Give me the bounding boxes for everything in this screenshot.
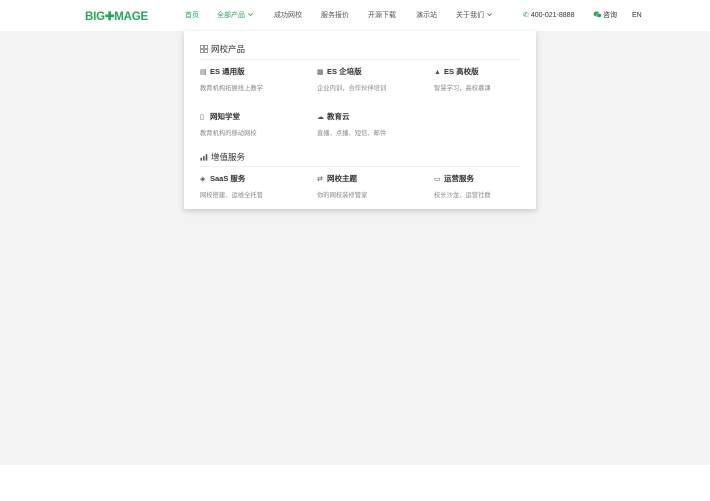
chevron-down-icon [248,13,253,17]
item-desc: 你的网校装修管家 [317,192,368,199]
item-desc: 教育机构的移动网校 [200,130,257,137]
logo-text-left: BIG [85,11,105,23]
building-icon: ▦ [317,69,324,76]
section-title-services-label: 增值服务 [211,152,246,162]
nav-all-products-label: 全部产品 [217,12,245,19]
monitor-icon: ▭ [434,176,441,183]
divider [200,59,520,60]
product-es-enterprise[interactable]: ▦ ES 企培版 企业内训，合作伙伴培训 [317,67,427,93]
item-title: ES 通用版 [210,67,245,76]
products-dropdown-menu: 网校产品 ▤ ES 通用版 教育机构拓展线上教学 ▦ ES 企培版 企业内训，合作伙… [184,31,536,209]
service-themes[interactable]: ⇄ 网校主题 你的网校装修管家 [317,174,427,200]
chevron-down-icon [487,13,492,17]
nav-pricing[interactable]: 服务报价 [321,11,349,20]
item-title: SaaS 服务 [210,174,246,183]
nav-demo-label: 演示站 [416,12,437,19]
language-label: EN [632,12,642,19]
item-desc: 智慧学习，高校慕课 [434,85,491,92]
nav-success-schools[interactable]: 成功网校 [274,11,302,20]
nav-home[interactable]: 首页 [185,11,199,20]
item-title: 教育云 [327,112,350,121]
item-title: 网校主题 [327,174,357,183]
item-desc: 直播、点播、短信、邮件 [317,130,387,137]
shuffle-icon: ⇄ [317,176,323,183]
chart-icon [200,154,208,161]
nav-demo[interactable]: 演示站 [416,11,437,20]
nav-about-label: 关于我们 [456,12,484,19]
item-title: 网知学堂 [210,112,240,121]
divider [200,166,520,167]
consult-label: 咨询 [603,12,617,19]
service-saas[interactable]: ◈ SaaS 服务 网校搭建、运维全托管 [200,174,310,200]
grid-icon [200,45,208,53]
graduation-cap-icon: ▲ [434,69,441,76]
phone-icon: ✆ [523,12,529,19]
item-title: ES 企培版 [327,67,362,76]
logo-mark-icon: ✚ [104,11,115,23]
logo-text-right: MAGE [114,11,148,23]
top-navbar: BIG✚MAGE 首页 全部产品 成功网校 服务报价 开源下载 演示站 关于我们… [0,0,710,31]
consult-button[interactable]: 咨询 [593,11,617,20]
page-footer [0,465,710,501]
item-desc: 网校搭建、运维全托管 [200,192,263,199]
phone-number[interactable]: ✆ 400-021-8888 [523,11,574,20]
section-title-products: 网校产品 [200,44,245,55]
cloud-icon: ☁ [317,114,324,121]
layers-icon: ◈ [200,176,206,183]
item-desc: 校长沙龙、运营社群 [434,192,491,199]
product-es-university[interactable]: ▲ ES 高校版 智慧学习，高校慕课 [434,67,544,93]
mobile-icon: ▯ [200,114,204,121]
stack-icon: ▤ [200,69,207,76]
nav-success-schools-label: 成功网校 [274,12,302,19]
section-title-services: 增值服务 [200,152,245,163]
phone-label: 400-021-8888 [530,12,575,19]
nav-home-label: 首页 [185,12,199,19]
item-title: ES 高校版 [444,67,479,76]
nav-pricing-label: 服务报价 [321,12,349,19]
product-wangzhi-classroom[interactable]: ▯ 网知学堂 教育机构的移动网校 [200,112,310,138]
brand-logo[interactable]: BIG✚MAGE [85,9,148,23]
language-switch[interactable]: EN [632,11,642,20]
nav-open-source-label: 开源下载 [368,12,396,19]
item-desc: 教育机构拓展线上教学 [200,85,263,92]
item-desc: 企业内训，合作伙伴培训 [317,85,387,92]
nav-all-products[interactable]: 全部产品 [217,11,254,20]
nav-about[interactable]: 关于我们 [456,11,493,20]
wechat-icon [593,11,602,18]
nav-open-source[interactable]: 开源下载 [368,11,396,20]
item-title: 运营服务 [444,174,474,183]
product-es-general[interactable]: ▤ ES 通用版 教育机构拓展线上教学 [200,67,310,93]
service-operations[interactable]: ▭ 运营服务 校长沙龙、运营社群 [434,174,544,200]
section-title-products-label: 网校产品 [211,44,246,54]
product-edu-cloud[interactable]: ☁ 教育云 直播、点播、短信、邮件 [317,112,427,138]
